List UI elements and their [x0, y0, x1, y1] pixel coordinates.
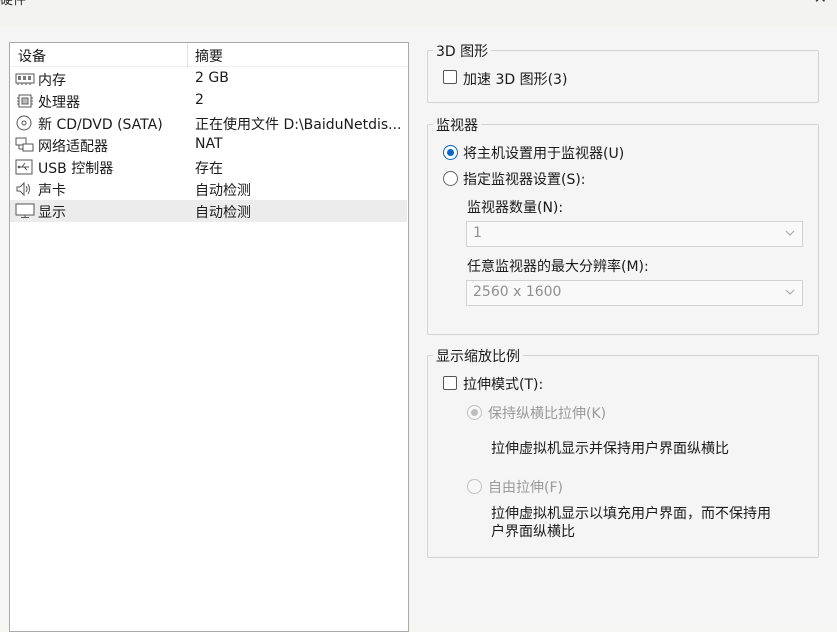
scaling-title: 显示缩放比例 [433, 346, 523, 366]
stretch-mode-checkbox[interactable] [443, 376, 457, 390]
max-resolution-value: 2560 x 1600 [473, 284, 562, 300]
window-title: 硬件 [0, 0, 27, 8]
network-icon [15, 137, 34, 152]
column-header-summary[interactable]: 摘要 [195, 46, 223, 66]
device-name: USB 控制器 [38, 161, 114, 177]
device-name: 内存 [38, 73, 66, 89]
free-stretch-description-line2: 户界面纵横比 [491, 524, 575, 540]
specify-monitor-radio[interactable] [443, 171, 458, 186]
device-name: 新 CD/DVD (SATA) [38, 117, 163, 133]
max-resolution-label: 任意监视器的最大分辨率(M): [467, 259, 649, 275]
device-summary: 正在使用文件 D:\BaiduNetdis... [195, 117, 402, 133]
usb-icon [15, 159, 33, 175]
device-list-header: 设备 摘要 [10, 43, 408, 67]
stretch-mode-label[interactable]: 拉伸模式(T): [463, 374, 543, 394]
device-row-display[interactable]: 显示 自动检测 [10, 200, 407, 222]
device-summary: NAT [195, 136, 223, 152]
device-summary: 2 [195, 92, 204, 108]
monitor-icon [15, 203, 35, 218]
graphics3d-title: 3D 图形 [433, 41, 492, 61]
device-summary: 存在 [195, 161, 223, 177]
device-summary: 自动检测 [195, 205, 251, 221]
device-summary: 2 GB [195, 70, 229, 86]
device-name: 声卡 [38, 183, 66, 199]
title-bar: 硬件 ✕ [0, 0, 837, 27]
max-resolution-select[interactable]: 2560 x 1600 [466, 280, 803, 306]
device-row-network[interactable]: 网络适配器 NAT [10, 134, 407, 156]
free-stretch-radio[interactable] [467, 479, 482, 494]
memory-icon [15, 73, 35, 85]
device-name: 处理器 [38, 95, 80, 111]
accelerate-3d-label[interactable]: 加速 3D 图形(3) [463, 69, 567, 89]
column-header-device[interactable]: 设备 [18, 46, 46, 66]
cpu-icon [17, 94, 33, 108]
device-summary: 自动检测 [195, 183, 251, 199]
device-row-cd-dvd[interactable]: 新 CD/DVD (SATA) 正在使用文件 D:\BaiduNetdis... [10, 112, 407, 134]
close-icon[interactable]: ✕ [814, 0, 827, 7]
monitor-count-label: 监视器数量(N): [467, 200, 564, 216]
device-row-memory[interactable]: 内存 2 GB [10, 68, 407, 90]
device-name: 显示 [38, 205, 66, 221]
chevron-down-icon [785, 230, 795, 236]
device-row-usb[interactable]: USB 控制器 存在 [10, 156, 407, 178]
monitor-count-select[interactable]: 1 [466, 221, 803, 247]
device-name: 网络适配器 [38, 139, 108, 155]
monitor-count-value: 1 [473, 225, 482, 241]
chevron-down-icon [785, 289, 795, 295]
specify-monitor-label[interactable]: 指定监视器设置(S): [463, 169, 586, 189]
device-row-processor[interactable]: 处理器 2 [10, 90, 407, 112]
monitors-title: 监视器 [433, 115, 481, 135]
device-row-sound[interactable]: 声卡 自动检测 [10, 178, 407, 200]
keep-ratio-description: 拉伸虚拟机显示并保持用户界面纵横比 [491, 441, 729, 457]
use-host-label[interactable]: 将主机设置用于监视器(U) [463, 143, 624, 163]
keep-ratio-label[interactable]: 保持纵横比拉伸(K) [488, 403, 606, 423]
speaker-icon [16, 181, 30, 197]
use-host-radio[interactable] [443, 145, 458, 160]
accelerate-3d-checkbox[interactable] [443, 70, 457, 84]
keep-ratio-radio[interactable] [467, 405, 482, 420]
free-stretch-label[interactable]: 自由拉伸(F) [488, 477, 563, 497]
device-list[interactable]: 设备 摘要 内存 2 GB 处理器 2 新 CD/DVD (SATA) 正在使用… [9, 42, 409, 632]
cd-dvd-icon [16, 115, 32, 131]
